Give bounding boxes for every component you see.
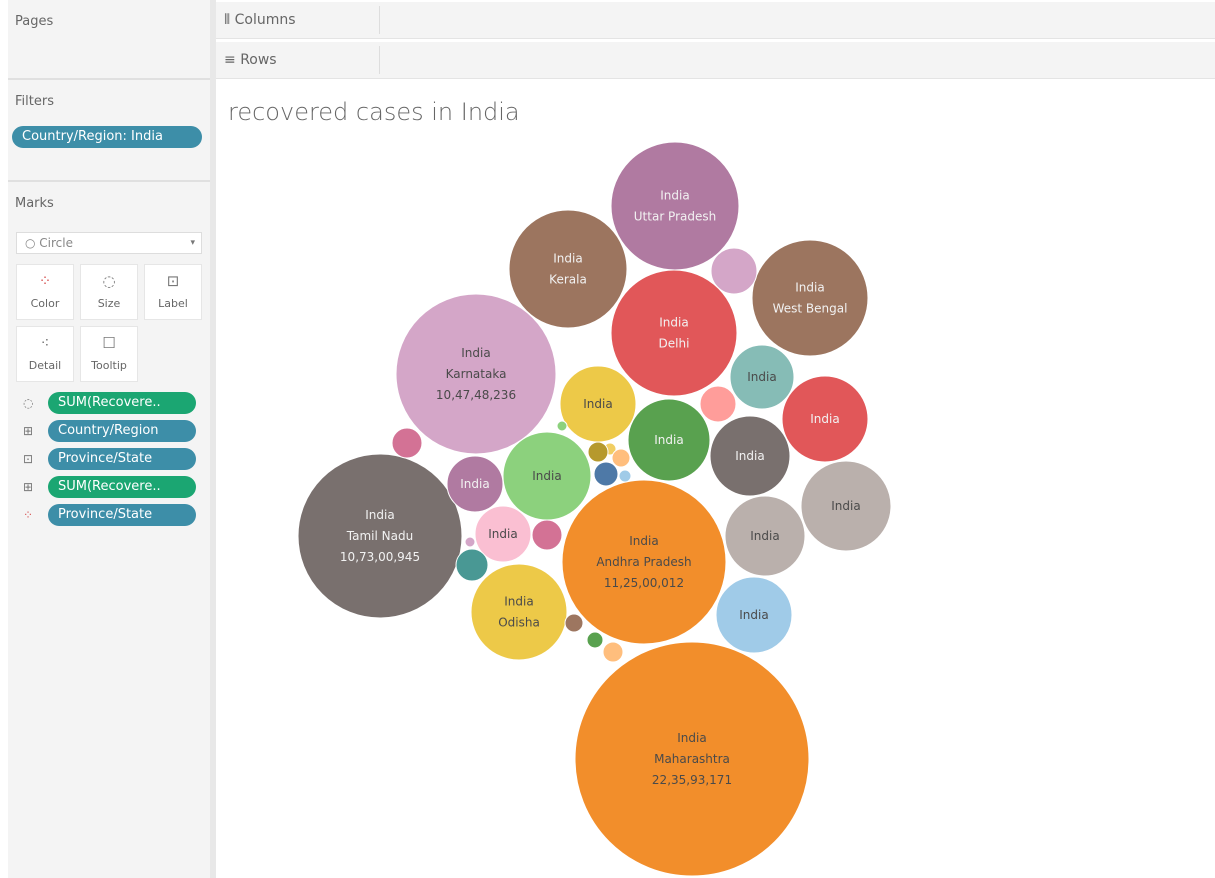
color-icon: ⁘ — [38, 272, 52, 290]
bubble-label-country: India — [747, 370, 776, 384]
bubble-label-value: 10,73,00,945 — [340, 550, 420, 564]
chevron-down-icon: ▾ — [190, 238, 195, 248]
bubble-mark[interactable] — [556, 420, 568, 432]
bubble-label-country: India — [739, 608, 768, 622]
filters-title: Filters — [15, 94, 54, 109]
size-button[interactable]: ◌ Size — [80, 264, 138, 320]
bubble-mark[interactable] — [455, 548, 489, 582]
left-sidebar: Pages Filters Country/Region: India Mark… — [8, 0, 210, 878]
color-label: Color — [30, 297, 60, 310]
filters-card: Filters Country/Region: India — [8, 84, 210, 178]
divider — [8, 180, 210, 182]
bubble-label-state: Uttar Pradesh — [634, 210, 716, 224]
marks-title: Marks — [15, 196, 54, 211]
bubble-label-value: 22,35,93,171 — [652, 773, 732, 787]
color-button[interactable]: ⁘ Color — [16, 264, 74, 320]
rows-label: Rows — [240, 52, 277, 68]
detail-icon: ⊞ — [23, 480, 34, 494]
detail-button[interactable]: ⁖ Detail — [16, 326, 74, 382]
bubble-label-state: Karnataka — [446, 367, 507, 381]
bubble-label-country: India — [504, 595, 533, 609]
bubble-mark[interactable] — [564, 613, 584, 633]
bubble-mark[interactable] — [751, 239, 869, 357]
mark-type-dropdown[interactable]: ○ Circle ▾ — [16, 232, 202, 254]
bubble-mark[interactable] — [618, 469, 632, 483]
bubble-mark[interactable] — [610, 141, 740, 271]
bubble-label-country: India — [735, 449, 764, 463]
bubble-mark[interactable] — [531, 519, 563, 551]
field-pill-country-region[interactable]: Country/Region — [48, 420, 196, 442]
bubble-mark[interactable] — [470, 563, 568, 661]
bubble-label-country: India — [532, 469, 561, 483]
bubble-label-country: India — [461, 346, 490, 360]
pages-card: Pages — [8, 0, 210, 78]
divider — [379, 46, 380, 74]
bubble-label-value: 11,25,00,012 — [604, 576, 684, 590]
columns-shelf[interactable]: ⦀ Columns — [216, 2, 1215, 39]
detail-label: Detail — [28, 359, 62, 372]
detail-icon: ⊞ — [23, 424, 34, 438]
bubble-label-state: Tamil Nadu — [346, 529, 413, 543]
bubble-label-country: India — [659, 316, 688, 330]
bubble-mark[interactable] — [593, 461, 619, 487]
bubble-label-country: India — [365, 508, 394, 522]
size-icon: ◌ — [102, 272, 116, 290]
bubble-chart: India Maharashtra 22,35,93,171 India Andhra … — [297, 141, 892, 877]
bubble-mark[interactable] — [611, 448, 631, 468]
size-label: Size — [97, 297, 121, 310]
bubble-mark[interactable] — [586, 631, 604, 649]
rows-shelf[interactable]: ≡ Rows — [216, 42, 1215, 79]
bubble-label-state: West Bengal — [773, 302, 848, 316]
tooltip-label: Tooltip — [91, 359, 127, 372]
columns-icon: ⦀ — [224, 12, 235, 28]
bubble-label-state: Andhra Pradesh — [596, 555, 691, 569]
mark-type-value: Circle — [39, 236, 73, 250]
bubble-mark[interactable] — [610, 269, 738, 397]
label-icon: ⊡ — [166, 272, 180, 290]
bubble-label-country: India — [660, 189, 689, 203]
bubble-label-country: India — [629, 534, 658, 548]
label-label: Label — [158, 297, 188, 310]
bubble-label-country: India — [677, 731, 706, 745]
detail-icon: ⁖ — [40, 334, 50, 352]
bubble-label-country: India — [583, 397, 612, 411]
pages-title: Pages — [15, 14, 54, 29]
bubble-label-country: India — [831, 499, 860, 513]
divider — [379, 6, 380, 34]
bubble-mark[interactable] — [464, 536, 476, 548]
tooltip-button[interactable]: ☐ Tooltip — [80, 326, 138, 382]
field-pill-province-state-color[interactable]: Province/State — [48, 504, 196, 526]
bubble-label-country: India — [654, 433, 683, 447]
bubble-mark[interactable] — [710, 247, 758, 295]
bubble-label-value: 10,47,48,236 — [436, 388, 516, 402]
bubble-label-country: India — [810, 412, 839, 426]
bubble-mark[interactable] — [587, 441, 609, 463]
bubble-mark[interactable] — [508, 209, 628, 329]
tooltip-icon: ☐ — [102, 334, 116, 352]
filter-pill-country[interactable]: Country/Region: India — [12, 126, 202, 148]
bubble-label-country: India — [795, 281, 824, 295]
size-icon: ◌ — [23, 396, 34, 410]
bubble-mark[interactable] — [602, 641, 624, 663]
bubble-label-country: India — [488, 527, 517, 541]
circle-icon: ○ — [25, 236, 40, 250]
bubble-label-country: India — [460, 477, 489, 491]
bubble-mark[interactable] — [699, 385, 737, 423]
bubble-mark[interactable] — [391, 427, 423, 459]
bubble-label-state: Odisha — [498, 616, 540, 630]
field-pill-sum-recovered[interactable]: SUM(Recovere.. — [48, 392, 196, 414]
rows-icon: ≡ — [224, 52, 241, 68]
color-icon: ⁘ — [23, 508, 34, 522]
bubble-label-country: India — [750, 529, 779, 543]
label-icon: ⊡ — [23, 452, 34, 466]
bubble-label-state: Maharashtra — [654, 752, 730, 766]
columns-label: Columns — [234, 12, 296, 28]
field-pill-province-state[interactable]: Province/State — [48, 448, 196, 470]
bubble-label-state: Kerala — [549, 273, 587, 287]
label-button[interactable]: ⊡ Label — [144, 264, 202, 320]
field-pill-sum-recovered-2[interactable]: SUM(Recovere.. — [48, 476, 196, 498]
bubble-label-state: Delhi — [659, 337, 690, 351]
bubble-label-country: India — [553, 252, 582, 266]
divider — [8, 78, 210, 80]
